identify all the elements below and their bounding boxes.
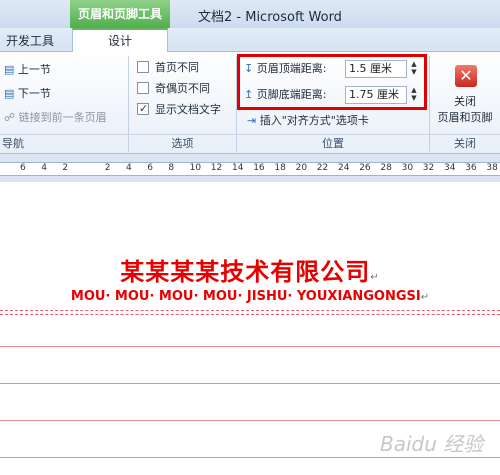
prev-section-label: 上一节 xyxy=(17,63,51,76)
footer-position-icon: ↥ xyxy=(244,88,254,101)
link-previous-label: 链接到前一条页眉 xyxy=(18,111,107,124)
ruler-tick-label: 20 xyxy=(295,163,308,173)
close-label-line2: 页眉和页脚 xyxy=(437,111,493,124)
watermark-text: Baidu 经验 xyxy=(380,432,484,456)
paragraph-mark-icon: ↵ xyxy=(370,272,380,283)
page-line xyxy=(0,420,500,421)
close-header-footer-button[interactable]: 关闭 页眉和页脚 xyxy=(430,94,500,126)
header-company-name[interactable]: 某某某某技术有限公司↵ xyxy=(0,252,500,287)
insert-alignment-tab-label: 插入"对齐方式"选项卡 xyxy=(259,114,369,127)
context-tab-title: 页眉和页脚工具 xyxy=(70,0,170,28)
link-icon: ☍ xyxy=(4,111,16,124)
link-previous-button[interactable]: ☍ 链接到前一条页眉 xyxy=(4,110,107,126)
show-document-text-label: 显示文档文字 xyxy=(155,103,221,116)
ruler-tick-label: 10 xyxy=(189,163,202,173)
ruler-tick-label: 2 xyxy=(104,163,111,173)
close-icon[interactable]: ✕ xyxy=(455,65,477,87)
ruler-tick-label: 18 xyxy=(274,163,286,173)
next-section-icon: ▤ xyxy=(4,87,15,100)
ruler-tick-label: 12 xyxy=(210,163,223,173)
ruler-margin xyxy=(0,154,500,162)
tab-design[interactable]: 设计 xyxy=(72,28,168,53)
navigation-group-label: 导航 xyxy=(0,134,128,152)
insert-alignment-tab-button[interactable]: ⇥ 插入"对齐方式"选项卡 xyxy=(247,113,369,129)
header-position-icon: ↧ xyxy=(244,62,254,75)
ruler-tick-label: 26 xyxy=(359,163,371,173)
ruler-tick-label: 4 xyxy=(126,163,132,173)
footer-from-bottom-label: ↥ 页脚底端距离: xyxy=(244,87,326,103)
header-company-pinyin[interactable]: MOU· MOU· MOU· MOU· JISHU· YOUXIANGONGSI… xyxy=(0,289,500,304)
header-from-top-input[interactable]: 1.5 厘米 xyxy=(345,60,407,78)
next-section-button[interactable]: ▤ 下一节 xyxy=(4,86,51,102)
ruler-tick-label: 34 xyxy=(444,163,456,173)
ruler-tick-label: 2 xyxy=(62,163,69,173)
ruler-tick-label: 36 xyxy=(465,163,477,173)
header-from-top-label: ↧ 页眉顶端距离: xyxy=(244,61,326,77)
different-first-page-checkbox[interactable]: 首页不同 xyxy=(137,60,199,76)
ruler-tick-label: 6 xyxy=(20,163,26,173)
horizontal-ruler[interactable]: 6 4 2 2 4 6 8 10 12 14 16 18 20 22 24 26 28 30 32 34 36 38 xyxy=(0,162,500,176)
page-line xyxy=(0,383,500,384)
footer-from-bottom-text: 页脚底端距离: xyxy=(256,88,327,101)
header-from-top-text: 页眉顶端距离: xyxy=(256,62,327,75)
different-first-page-label: 首页不同 xyxy=(155,61,199,74)
ruler-tick-label: 6 xyxy=(147,163,153,173)
page-line xyxy=(0,346,500,347)
ruler-tick-label: 32 xyxy=(422,163,435,173)
ruler-tick-label: 16 xyxy=(253,163,265,173)
window-title: 文档2 - Microsoft Word xyxy=(198,10,342,25)
show-document-text-checkbox[interactable]: 显示文档文字 xyxy=(137,101,221,118)
company-name-text: 某某某某技术有限公司 xyxy=(120,258,371,286)
checkbox-box xyxy=(137,61,149,73)
ruler-tick-label: 22 xyxy=(316,163,329,173)
ruler-tick-label: 30 xyxy=(401,163,414,173)
next-section-label: 下一节 xyxy=(17,87,51,100)
different-odd-even-label: 奇偶页不同 xyxy=(155,82,210,95)
ruler-tick-label: 38 xyxy=(486,163,498,173)
close-label-line1: 关闭 xyxy=(454,95,476,108)
alignment-tab-icon: ⇥ xyxy=(247,114,257,127)
different-odd-even-checkbox[interactable]: 奇偶页不同 xyxy=(137,81,210,97)
paragraph-mark-icon: ↵ xyxy=(420,292,430,303)
position-group-label: 位置 xyxy=(237,134,429,152)
prev-section-icon: ▤ xyxy=(4,63,15,76)
ruler-tick-label: 28 xyxy=(380,163,392,173)
header-separator-line xyxy=(0,310,500,315)
footer-from-bottom-input[interactable]: 1.75 厘米 xyxy=(345,86,407,104)
ruler-tick-label: 14 xyxy=(232,163,244,173)
close-group-label: 关闭 xyxy=(430,134,500,152)
checkbox-box xyxy=(137,82,149,94)
tab-developer[interactable]: 开发工具 xyxy=(0,30,62,52)
header-spin-arrows[interactable]: ▲ ▼ xyxy=(408,60,420,76)
ruler-tick-label: 24 xyxy=(338,163,350,173)
prev-section-button[interactable]: ▤ 上一节 xyxy=(4,62,51,78)
footer-spin-arrows[interactable]: ▲ ▼ xyxy=(408,86,420,102)
checkbox-checked xyxy=(137,101,149,117)
ruler-tick-label: 4 xyxy=(41,163,47,173)
page-line xyxy=(0,457,500,458)
ruler-tick-label: 8 xyxy=(168,163,175,173)
company-pinyin-text: MOU· MOU· MOU· MOU· JISHU· YOUXIANGONGSI xyxy=(70,289,421,304)
options-group-label: 选项 xyxy=(129,134,236,152)
